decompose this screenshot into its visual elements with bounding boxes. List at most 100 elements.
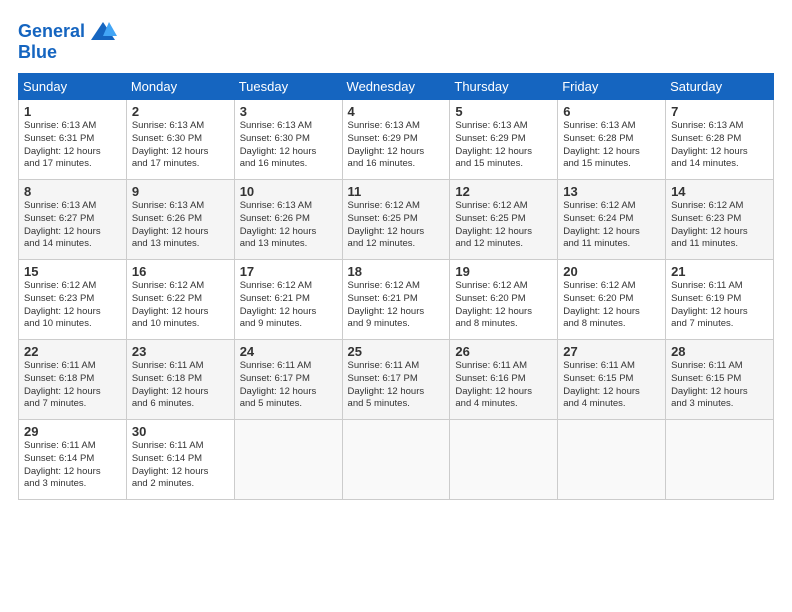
header: General Blue [18,18,774,63]
day-number: 26 [455,344,552,359]
day-info: Sunrise: 6:13 AMSunset: 6:29 PMDaylight:… [455,120,552,171]
day-info: Sunrise: 6:11 AMSunset: 6:19 PMDaylight:… [671,280,768,331]
day-info: Sunrise: 6:11 AMSunset: 6:16 PMDaylight:… [455,360,552,411]
day-number: 22 [24,344,121,359]
calendar-cell: 10Sunrise: 6:13 AMSunset: 6:26 PMDayligh… [234,180,342,260]
calendar-cell: 26Sunrise: 6:11 AMSunset: 6:16 PMDayligh… [450,340,558,420]
calendar-cell: 19Sunrise: 6:12 AMSunset: 6:20 PMDayligh… [450,260,558,340]
day-number: 29 [24,424,121,439]
calendar-cell: 3Sunrise: 6:13 AMSunset: 6:30 PMDaylight… [234,100,342,180]
weekday-sunday: Sunday [19,74,127,100]
calendar-cell: 22Sunrise: 6:11 AMSunset: 6:18 PMDayligh… [19,340,127,420]
calendar-cell: 18Sunrise: 6:12 AMSunset: 6:21 PMDayligh… [342,260,450,340]
day-number: 3 [240,104,337,119]
calendar-cell: 11Sunrise: 6:12 AMSunset: 6:25 PMDayligh… [342,180,450,260]
day-number: 2 [132,104,229,119]
day-number: 9 [132,184,229,199]
calendar-cell: 4Sunrise: 6:13 AMSunset: 6:29 PMDaylight… [342,100,450,180]
day-info: Sunrise: 6:13 AMSunset: 6:26 PMDaylight:… [132,200,229,251]
calendar-cell: 5Sunrise: 6:13 AMSunset: 6:29 PMDaylight… [450,100,558,180]
day-number: 23 [132,344,229,359]
day-info: Sunrise: 6:12 AMSunset: 6:25 PMDaylight:… [348,200,445,251]
calendar-cell: 13Sunrise: 6:12 AMSunset: 6:24 PMDayligh… [558,180,666,260]
day-number: 28 [671,344,768,359]
day-number: 17 [240,264,337,279]
day-info: Sunrise: 6:11 AMSunset: 6:17 PMDaylight:… [348,360,445,411]
calendar-cell [342,420,450,500]
day-info: Sunrise: 6:13 AMSunset: 6:30 PMDaylight:… [132,120,229,171]
logo-text: General [18,22,85,42]
day-info: Sunrise: 6:11 AMSunset: 6:14 PMDaylight:… [132,440,229,491]
day-number: 1 [24,104,121,119]
day-info: Sunrise: 6:12 AMSunset: 6:20 PMDaylight:… [455,280,552,331]
calendar-cell: 27Sunrise: 6:11 AMSunset: 6:15 PMDayligh… [558,340,666,420]
calendar-cell: 1Sunrise: 6:13 AMSunset: 6:31 PMDaylight… [19,100,127,180]
day-number: 20 [563,264,660,279]
week-row-2: 8Sunrise: 6:13 AMSunset: 6:27 PMDaylight… [19,180,774,260]
calendar-cell [234,420,342,500]
day-info: Sunrise: 6:12 AMSunset: 6:20 PMDaylight:… [563,280,660,331]
week-row-4: 22 Sunrise: 6:11 AMSunset: 6:18 PMDayligh… [19,340,774,420]
calendar-cell: 23Sunrise: 6:11 AMSunset: 6:18 PMDayligh… [126,340,234,420]
day-number: 15 [24,264,121,279]
day-info: Sunrise: 6:11 AMSunset: 6:15 PMDaylight:… [563,360,660,411]
day-number: 18 [348,264,445,279]
calendar-cell: 29Sunrise: 6:11 AMSunset: 6:14 PMDayligh… [19,420,127,500]
day-info: Sunrise: 6:11 AMSunset: 6:18 PMDaylight:… [132,360,229,411]
calendar-cell: 2Sunrise: 6:13 AMSunset: 6:30 PMDaylight… [126,100,234,180]
day-number: 11 [348,184,445,199]
day-info: Sunrise: 6:13 AMSunset: 6:30 PMDaylight:… [240,120,337,171]
day-info: Sunrise: 6:13 AMSunset: 6:28 PMDaylight:… [671,120,768,171]
calendar-cell: 25Sunrise: 6:11 AMSunset: 6:17 PMDayligh… [342,340,450,420]
day-info: Sunrise: 6:13 AMSunset: 6:28 PMDaylight:… [563,120,660,171]
week-row-3: 15Sunrise: 6:12 AMSunset: 6:23 PMDayligh… [19,260,774,340]
calendar-cell: 16Sunrise: 6:12 AMSunset: 6:22 PMDayligh… [126,260,234,340]
day-number: 6 [563,104,660,119]
weekday-thursday: Thursday [450,74,558,100]
calendar-cell: 30Sunrise: 6:11 AMSunset: 6:14 PMDayligh… [126,420,234,500]
weekday-friday: Friday [558,74,666,100]
calendar-cell: 12Sunrise: 6:12 AMSunset: 6:25 PMDayligh… [450,180,558,260]
day-number: 12 [455,184,552,199]
day-info: Sunrise: 6:12 AMSunset: 6:23 PMDaylight:… [24,280,121,331]
calendar-body: 1Sunrise: 6:13 AMSunset: 6:31 PMDaylight… [19,100,774,500]
day-info: Sunrise: 6:12 AMSunset: 6:25 PMDaylight:… [455,200,552,251]
calendar-cell: 9Sunrise: 6:13 AMSunset: 6:26 PMDaylight… [126,180,234,260]
week-row-1: 1Sunrise: 6:13 AMSunset: 6:31 PMDaylight… [19,100,774,180]
day-info: Sunrise: 6:12 AMSunset: 6:23 PMDaylight:… [671,200,768,251]
day-number: 8 [24,184,121,199]
day-info: Sunrise: 6:11 AMSunset: 6:15 PMDaylight:… [671,360,768,411]
week-row-5: 29Sunrise: 6:11 AMSunset: 6:14 PMDayligh… [19,420,774,500]
day-info: Sunrise: 6:12 AMSunset: 6:22 PMDaylight:… [132,280,229,331]
calendar-cell [450,420,558,500]
day-info: Sunrise: 6:13 AMSunset: 6:27 PMDaylight:… [24,200,121,251]
calendar-table: SundayMondayTuesdayWednesdayThursdayFrid… [18,73,774,500]
calendar-cell: 15Sunrise: 6:12 AMSunset: 6:23 PMDayligh… [19,260,127,340]
weekday-wednesday: Wednesday [342,74,450,100]
day-number: 4 [348,104,445,119]
weekday-tuesday: Tuesday [234,74,342,100]
day-number: 27 [563,344,660,359]
day-info: Sunrise: 6:11 AMSunset: 6:14 PMDaylight:… [24,440,121,491]
day-info: Sunrise: 6:11 AMSunset: 6:17 PMDaylight:… [240,360,337,411]
day-number: 7 [671,104,768,119]
calendar-cell: 7Sunrise: 6:13 AMSunset: 6:28 PMDaylight… [666,100,774,180]
logo: General Blue [18,18,117,63]
weekday-header-row: SundayMondayTuesdayWednesdayThursdayFrid… [19,74,774,100]
calendar-cell: 14Sunrise: 6:12 AMSunset: 6:23 PMDayligh… [666,180,774,260]
day-info: Sunrise: 6:13 AMSunset: 6:31 PMDaylight:… [24,120,121,171]
calendar-cell: 6Sunrise: 6:13 AMSunset: 6:28 PMDaylight… [558,100,666,180]
day-number: 19 [455,264,552,279]
day-number: 16 [132,264,229,279]
calendar-cell: 17Sunrise: 6:12 AMSunset: 6:21 PMDayligh… [234,260,342,340]
calendar-cell: 24Sunrise: 6:11 AMSunset: 6:17 PMDayligh… [234,340,342,420]
page: General Blue SundayMondayTuesdayWednesda… [0,0,792,612]
day-number: 30 [132,424,229,439]
day-number: 21 [671,264,768,279]
calendar-cell [558,420,666,500]
day-number: 13 [563,184,660,199]
day-info: Sunrise: 6:12 AMSunset: 6:21 PMDaylight:… [348,280,445,331]
day-number: 24 [240,344,337,359]
day-info: Sunrise: 6:13 AMSunset: 6:29 PMDaylight:… [348,120,445,171]
calendar-cell: 8Sunrise: 6:13 AMSunset: 6:27 PMDaylight… [19,180,127,260]
